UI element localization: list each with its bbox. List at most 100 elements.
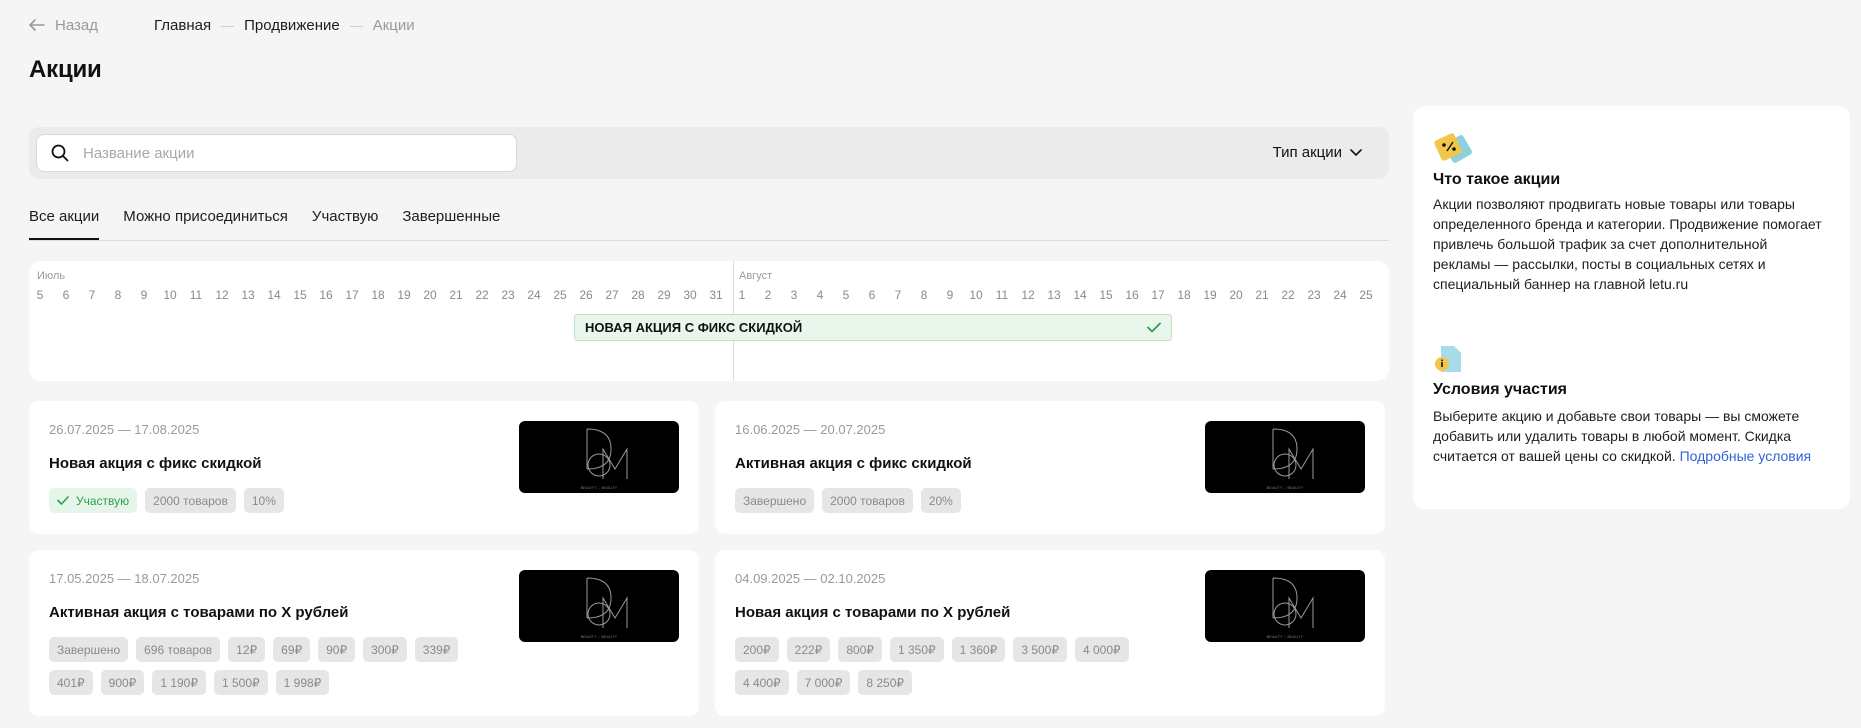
timeline-day-august: 14 [1073,288,1087,302]
breadcrumb-promotion[interactable]: Продвижение [244,17,340,34]
timeline-day-august: 9 [946,288,954,302]
search-box[interactable] [36,134,517,172]
promo-tags: 200₽ 222₽ 800₽ 1 350₽ 1 360₽ 3 500₽ 4 00… [735,637,1175,703]
timeline-day-august: 18 [1177,288,1191,302]
promo-tabs: Все акции Можно присоединиться Участвую … [29,208,1389,241]
brand-logo-caption: BEAUTY ∴ BEAUTY [581,485,618,490]
timeline-day-august: 12 [1021,288,1035,302]
timeline-day-august: 15 [1099,288,1113,302]
participation-conditions-text: Выберите акцию и добавьте свои товары — … [1433,406,1823,466]
back-button[interactable]: Назад [29,17,98,34]
timeline-day-july: 18 [371,288,385,302]
timeline-day-august: 10 [969,288,983,302]
tab-participating[interactable]: Участвую [312,208,378,240]
timeline-day-july: 28 [631,288,645,302]
promo-dates: 16.06.2025 — 20.07.2025 [735,422,886,437]
promo-type-select[interactable]: Тип акции [1273,144,1362,161]
price-tag: 200₽ [735,637,779,662]
search-input[interactable] [83,144,483,162]
price-tag: 3 500₽ [1013,637,1067,662]
timeline-day-august: 8 [920,288,928,302]
price-tag: 900₽ [100,670,145,695]
filter-bar: Тип акции [29,127,1389,179]
timeline-day-july: 19 [397,288,411,302]
brand-logo-caption: BEAUTY ∴ BEAUTY [1267,634,1304,639]
promo-tag: Завершено [49,637,129,662]
timeline-day-august: 23 [1307,288,1321,302]
promo-tag: 2000 товаров [822,488,913,513]
check-icon [1147,322,1161,333]
promo-tag: 696 товаров [136,637,221,662]
timeline-day-july: 20 [423,288,437,302]
timeline-day-august: 24 [1333,288,1347,302]
tab-all[interactable]: Все акции [29,208,100,240]
breadcrumb: Главная — Продвижение — Акции [154,17,415,34]
timeline-day-august: 6 [868,288,876,302]
timeline-day-july: 22 [475,288,489,302]
timeline-day-august: 13 [1047,288,1061,302]
timeline-day-july: 17 [345,288,359,302]
page-title: Акции [29,56,102,83]
search-icon [51,144,69,162]
timeline-day-august: 11 [995,288,1009,302]
promo-timeline: Июль Август НОВАЯ АКЦИЯ С ФИКС СКИДКОЙ 5… [29,261,1389,381]
price-tag: 401₽ [49,670,93,695]
price-tag: 12₽ [228,637,266,662]
timeline-day-august: 22 [1281,288,1295,302]
price-tag: 1 360₽ [951,637,1006,662]
promo-dates: 17.05.2025 — 18.07.2025 [49,571,200,586]
promo-title: Новая акция с товарами по X рублей [735,604,1011,621]
price-tag: 800₽ [838,637,882,662]
participating-badge: Участвую [49,488,138,513]
timeline-day-july: 21 [449,288,463,302]
promo-card[interactable]: 16.06.2025 — 20.07.2025 Активная акция с… [715,401,1385,534]
timeline-promo-bar[interactable]: НОВАЯ АКЦИЯ С ФИКС СКИДКОЙ [574,314,1172,341]
info-panel: Что такое акции Акции позволяют продвига… [1413,106,1850,509]
price-tag: 1 500₽ [213,670,268,695]
promo-card[interactable]: 26.07.2025 — 17.08.2025 Новая акция с фи… [29,401,699,534]
check-icon [57,496,69,505]
price-tag: 339₽ [414,637,459,662]
breadcrumb-home[interactable]: Главная [154,17,211,34]
timeline-day-july: 16 [319,288,333,302]
participating-label: Участвую [76,493,130,508]
timeline-day-july: 15 [293,288,307,302]
promo-tag: 20% [920,488,961,513]
timeline-day-august: 7 [894,288,902,302]
timeline-day-august: 21 [1255,288,1269,302]
timeline-day-august: 3 [790,288,798,302]
brand-logo-icon: BEAUTY ∴ BEAUTY [581,428,628,490]
timeline-day-august: 5 [842,288,850,302]
price-tag: 4 400₽ [735,670,789,695]
timeline-day-july: 7 [88,288,96,302]
price-tag: 90₽ [318,637,356,662]
document-info-icon [1435,346,1461,372]
price-tag: 1 190₽ [152,670,206,695]
promo-card[interactable]: 17.05.2025 — 18.07.2025 Активная акция с… [29,550,699,716]
detailed-conditions-link[interactable]: Подробные условия [1680,448,1812,464]
price-tag: 1 998₽ [275,670,330,695]
timeline-day-july: 10 [163,288,177,302]
tab-finished[interactable]: Завершенные [402,208,500,240]
timeline-day-july: 27 [605,288,619,302]
price-tag: 300₽ [363,637,407,662]
timeline-month-august: Август [739,270,773,282]
promo-banner-image: BEAUTY ∴ BEAUTY [1205,421,1365,493]
price-tag: 7 000₽ [796,670,851,695]
promo-tag: Завершено [735,488,815,513]
timeline-day-july: 24 [527,288,541,302]
arrow-left-icon [29,19,45,31]
brand-logo-icon: BEAUTY ∴ BEAUTY [1267,428,1314,490]
brand-logo-icon: BEAUTY ∴ BEAUTY [581,577,628,639]
price-tag: 69₽ [273,637,311,662]
timeline-day-july: 23 [501,288,515,302]
promo-tags: Завершено 696 товаров 12₽ 69₽ 90₽ 300₽ 3… [49,637,489,703]
timeline-day-august: 17 [1151,288,1165,302]
participation-conditions-title: Условия участия [1433,381,1568,398]
promo-tag: 10% [243,488,284,513]
top-navigation: Назад Главная — Продвижение — Акции [29,14,415,36]
promo-card[interactable]: 04.09.2025 — 02.10.2025 Новая акция с то… [715,550,1385,716]
price-tag: 4 000₽ [1074,637,1129,662]
tab-can-join[interactable]: Можно присоединиться [123,208,288,240]
promo-title: Активная акция с товарами по X рублей [49,604,349,621]
